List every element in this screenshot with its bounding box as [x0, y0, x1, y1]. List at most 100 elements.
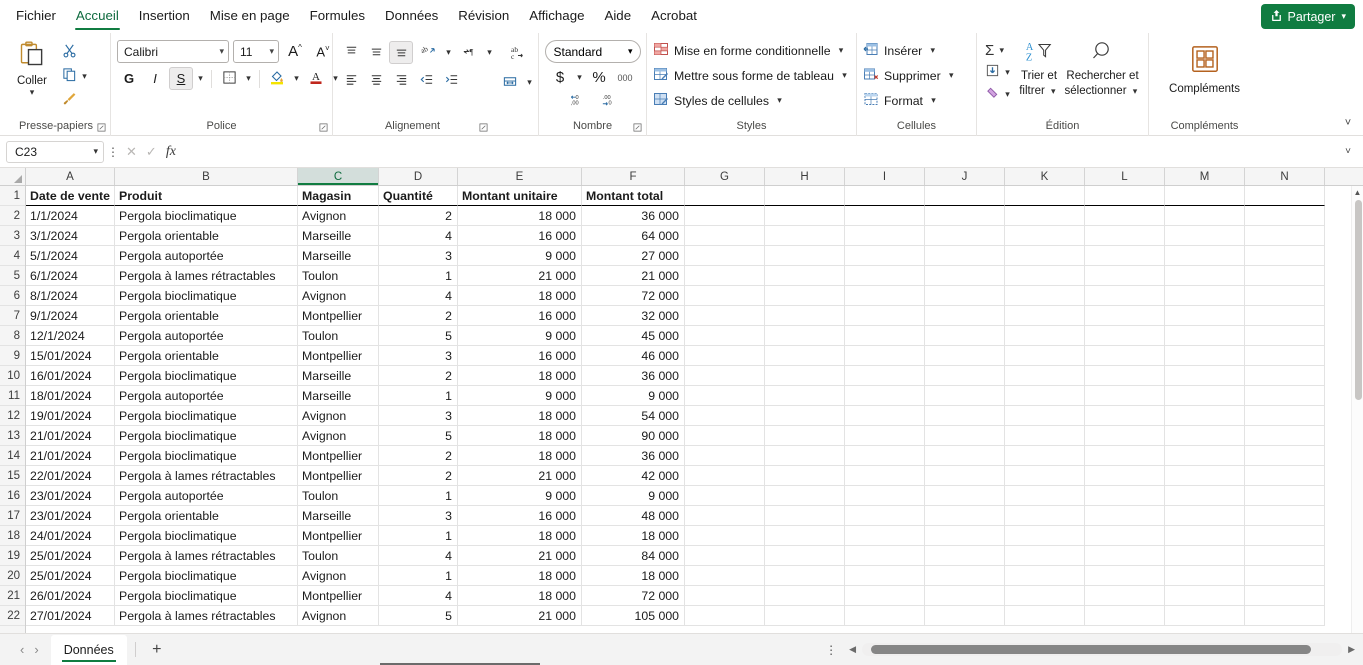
- cell-H19[interactable]: [765, 546, 845, 566]
- cell-K9[interactable]: [1005, 346, 1085, 366]
- row-header-4[interactable]: 4: [0, 246, 25, 266]
- formula-input[interactable]: [184, 140, 1339, 163]
- cell-C14[interactable]: Montpellier: [298, 446, 379, 466]
- cell-D18[interactable]: 1: [379, 526, 458, 546]
- cell-E21[interactable]: 18 000: [458, 586, 582, 606]
- cell-E5[interactable]: 21 000: [458, 266, 582, 286]
- cell-B14[interactable]: Pergola bioclimatique: [115, 446, 298, 466]
- cell-H5[interactable]: [765, 266, 845, 286]
- column-header-k[interactable]: K: [1005, 168, 1085, 185]
- cell-N1[interactable]: [1245, 186, 1325, 206]
- cell-D20[interactable]: 1: [379, 566, 458, 586]
- cell-L1[interactable]: [1085, 186, 1165, 206]
- paste-button[interactable]: Coller ▾: [8, 36, 56, 97]
- cell-B21[interactable]: Pergola bioclimatique: [115, 586, 298, 606]
- font-name-combo[interactable]: Calibri ▾: [117, 40, 229, 63]
- row-header-22[interactable]: 22: [0, 606, 25, 626]
- cell-I8[interactable]: [845, 326, 925, 346]
- tab-revision[interactable]: Révision: [448, 2, 519, 31]
- tab-formules[interactable]: Formules: [300, 2, 375, 31]
- cell-C6[interactable]: Avignon: [298, 286, 379, 306]
- tab-insertion[interactable]: Insertion: [129, 2, 200, 31]
- format-cells-button[interactable]: Format ▾: [863, 89, 960, 112]
- cell-E3[interactable]: 16 000: [458, 226, 582, 246]
- cell-H10[interactable]: [765, 366, 845, 386]
- cell-N16[interactable]: [1245, 486, 1325, 506]
- row-header-15[interactable]: 15: [0, 466, 25, 486]
- cell-A5[interactable]: 6/1/2024: [26, 266, 115, 286]
- cell-D3[interactable]: 4: [379, 226, 458, 246]
- chevron-down-icon[interactable]: ▾: [574, 72, 585, 83]
- row-header-1[interactable]: 1: [0, 186, 25, 206]
- cell-G11[interactable]: [685, 386, 765, 406]
- cell-M14[interactable]: [1165, 446, 1245, 466]
- cell-B2[interactable]: Pergola bioclimatique: [115, 206, 298, 226]
- row-header-9[interactable]: 9: [0, 346, 25, 366]
- cell-F3[interactable]: 64 000: [582, 226, 685, 246]
- cell-A6[interactable]: 8/1/2024: [26, 286, 115, 306]
- cell-C5[interactable]: Toulon: [298, 266, 379, 286]
- tab-affichage[interactable]: Affichage: [519, 2, 594, 31]
- cell-D7[interactable]: 2: [379, 306, 458, 326]
- chevron-down-icon[interactable]: ▾: [1341, 11, 1346, 22]
- autosum-button[interactable]: Σ ▾: [983, 40, 1015, 61]
- cell-F11[interactable]: 9 000: [582, 386, 685, 406]
- cell-H11[interactable]: [765, 386, 845, 406]
- cell-L22[interactable]: [1085, 606, 1165, 626]
- column-header-n[interactable]: N: [1245, 168, 1325, 185]
- cell-K7[interactable]: [1005, 306, 1085, 326]
- increase-indent-button[interactable]: [439, 69, 463, 92]
- cell-J12[interactable]: [925, 406, 1005, 426]
- cell-N21[interactable]: [1245, 586, 1325, 606]
- addins-button[interactable]: Compléments: [1155, 36, 1254, 95]
- cell-M18[interactable]: [1165, 526, 1245, 546]
- cell-B3[interactable]: Pergola orientable: [115, 226, 298, 246]
- cell-M1[interactable]: [1165, 186, 1245, 206]
- cell-G6[interactable]: [685, 286, 765, 306]
- copy-button[interactable]: ▾: [60, 66, 92, 87]
- cell-C8[interactable]: Toulon: [298, 326, 379, 346]
- chevron-down-icon[interactable]: ▾: [839, 70, 850, 81]
- cell-F12[interactable]: 54 000: [582, 406, 685, 426]
- clipboard-dialog-launcher[interactable]: [97, 123, 108, 134]
- fill-button[interactable]: ▾: [983, 62, 1015, 83]
- row-header-7[interactable]: 7: [0, 306, 25, 326]
- cell-H12[interactable]: [765, 406, 845, 426]
- cell-A4[interactable]: 5/1/2024: [26, 246, 115, 266]
- cell-K10[interactable]: [1005, 366, 1085, 386]
- text-direction-button[interactable]: ¶: [455, 41, 483, 64]
- cell-L8[interactable]: [1085, 326, 1165, 346]
- row-header-21[interactable]: 21: [0, 586, 25, 606]
- cell-I10[interactable]: [845, 366, 925, 386]
- cell-N17[interactable]: [1245, 506, 1325, 526]
- cell-L11[interactable]: [1085, 386, 1165, 406]
- underline-button[interactable]: S: [169, 67, 193, 90]
- row-header-17[interactable]: 17: [0, 506, 25, 526]
- chevron-down-icon[interactable]: ▾: [79, 71, 90, 82]
- cell-C1[interactable]: Magasin: [298, 186, 379, 206]
- cell-B10[interactable]: Pergola bioclimatique: [115, 366, 298, 386]
- scroll-left-icon[interactable]: ◀: [849, 644, 856, 655]
- chevron-down-icon[interactable]: ▾: [291, 73, 302, 84]
- column-header-h[interactable]: H: [765, 168, 845, 185]
- delete-cells-button[interactable]: Supprimer ▾: [863, 64, 960, 87]
- cell-N14[interactable]: [1245, 446, 1325, 466]
- cell-N20[interactable]: [1245, 566, 1325, 586]
- cell-F1[interactable]: Montant total: [582, 186, 685, 206]
- find-select-button[interactable]: Rechercher et sélectionner ▾: [1063, 36, 1142, 99]
- chevron-down-icon[interactable]: ▾: [30, 88, 35, 97]
- column-header-e[interactable]: E: [458, 168, 582, 185]
- cell-B11[interactable]: Pergola autoportée: [115, 386, 298, 406]
- cell-L19[interactable]: [1085, 546, 1165, 566]
- cell-E15[interactable]: 21 000: [458, 466, 582, 486]
- chevron-down-icon[interactable]: ▾: [195, 73, 206, 84]
- cell-J17[interactable]: [925, 506, 1005, 526]
- cell-A2[interactable]: 1/1/2024: [26, 206, 115, 226]
- cell-L5[interactable]: [1085, 266, 1165, 286]
- horizontal-scrollbar[interactable]: [862, 643, 1343, 656]
- cell-E10[interactable]: 18 000: [458, 366, 582, 386]
- cell-N4[interactable]: [1245, 246, 1325, 266]
- cell-G7[interactable]: [685, 306, 765, 326]
- align-bottom-button[interactable]: [389, 41, 413, 64]
- cell-N2[interactable]: [1245, 206, 1325, 226]
